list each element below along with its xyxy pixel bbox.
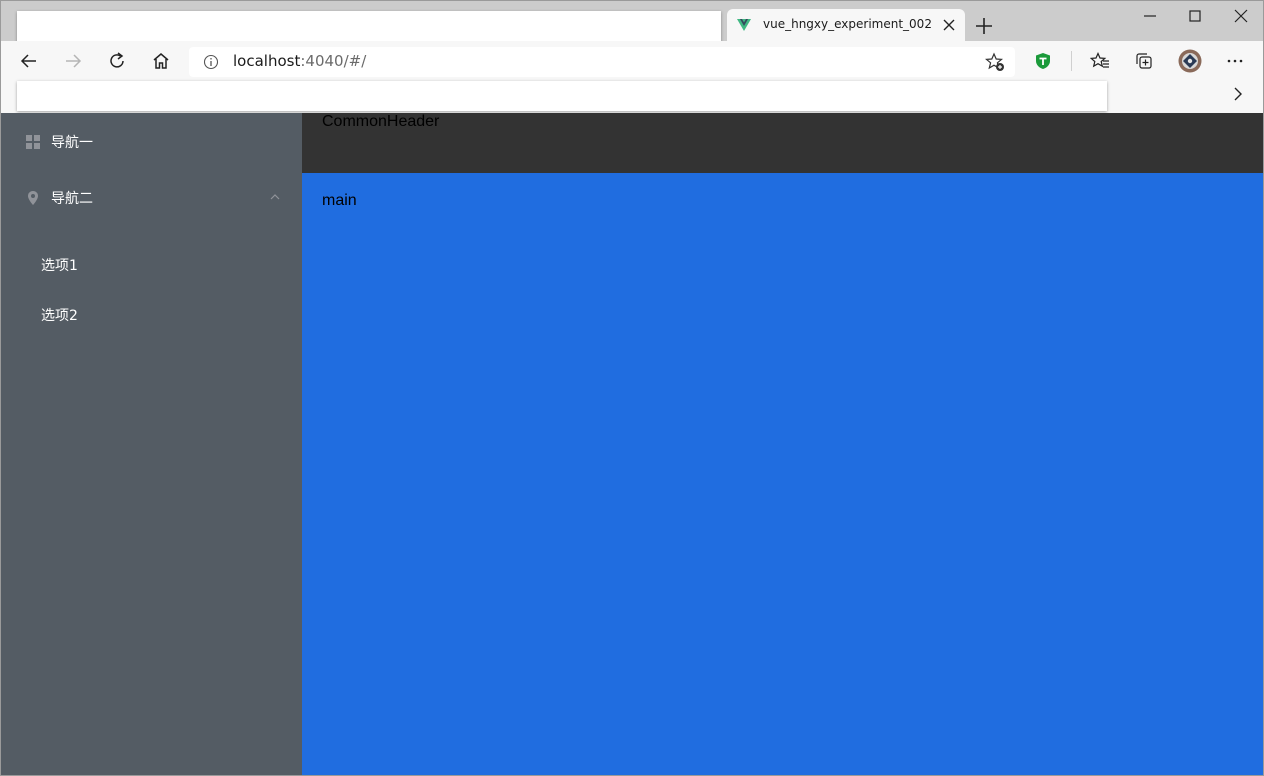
minimize-icon[interactable] xyxy=(1141,7,1159,25)
refresh-icon[interactable] xyxy=(107,51,127,71)
new-tab-icon[interactable] xyxy=(975,17,993,35)
shield-extension-icon[interactable] xyxy=(1033,51,1053,71)
browser-tab[interactable]: vue_hngxy_experiment_002 xyxy=(727,9,965,41)
main-text: main xyxy=(322,192,357,209)
location-icon xyxy=(28,191,38,205)
page-viewport: 导航一 导航二 选项1 选项2 CommonHeader main xyxy=(1,113,1263,775)
back-icon[interactable] xyxy=(19,51,39,71)
submenu-item-option-1[interactable]: 选项1 xyxy=(1,239,302,289)
browser-window: vue_hngxy_experiment_002 localhost:4040/… xyxy=(0,0,1264,776)
sidebar-menu: 导航一 导航二 选项1 选项2 xyxy=(1,113,302,775)
menu-item-nav-1[interactable]: 导航一 xyxy=(1,113,302,169)
url-path: :4040/#/ xyxy=(300,52,367,70)
menu-item-label: 导航二 xyxy=(51,191,93,207)
address-bar[interactable]: localhost:4040/#/ xyxy=(189,47,1015,77)
info-icon[interactable] xyxy=(203,54,219,70)
submenu-item-label: 选项1 xyxy=(41,258,78,274)
toolbar-separator xyxy=(1071,51,1072,71)
submenu-item-option-2[interactable]: 选项2 xyxy=(1,289,302,339)
url-host: localhost xyxy=(233,52,301,70)
more-icon[interactable] xyxy=(1225,51,1245,71)
forward-icon[interactable] xyxy=(63,51,83,71)
maximize-icon[interactable] xyxy=(1186,7,1204,25)
main-content: main xyxy=(302,173,1263,775)
favorites-icon[interactable] xyxy=(1090,51,1110,71)
close-icon[interactable] xyxy=(943,19,955,31)
chevron-up-icon xyxy=(270,194,280,200)
close-window-icon[interactable] xyxy=(1232,7,1250,25)
menu-item-nav-2[interactable]: 导航二 xyxy=(1,169,302,225)
vue-logo-icon xyxy=(737,19,751,31)
url-text: localhost:4040/#/ xyxy=(233,52,366,70)
add-favorite-icon[interactable] xyxy=(985,52,1005,72)
menu-item-label: 导航一 xyxy=(51,135,93,151)
favorites-bar-redacted-area xyxy=(17,81,1107,111)
profile-avatar[interactable] xyxy=(1178,49,1202,73)
common-header: CommonHeader xyxy=(302,113,1263,173)
tab-title: vue_hngxy_experiment_002 xyxy=(763,17,932,31)
grid-menu-icon xyxy=(26,135,40,149)
header-text: CommonHeader xyxy=(322,113,440,130)
collections-icon[interactable] xyxy=(1134,51,1154,71)
tab-strip-redacted-area xyxy=(17,11,721,43)
chevron-right-icon[interactable] xyxy=(1229,85,1247,103)
home-icon[interactable] xyxy=(151,51,171,71)
submenu-item-label: 选项2 xyxy=(41,308,78,324)
